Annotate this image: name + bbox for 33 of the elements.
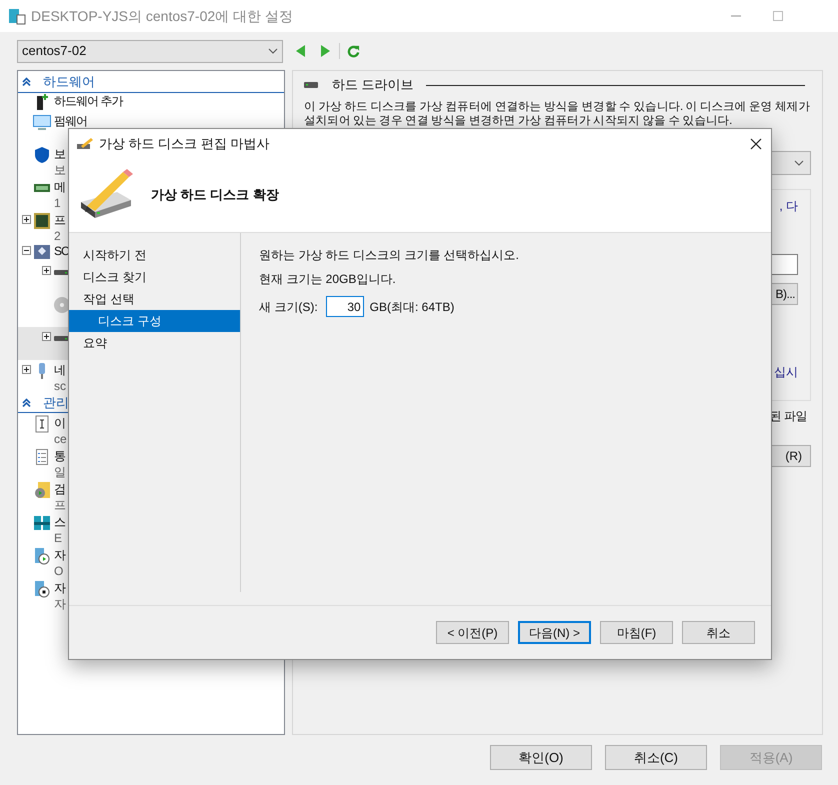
description-text: 이 가상 하드 디스크를 가상 컴퓨터에 연결하는 방식을 변경할 수 있습니다. 이 디스크에 운영 체제가 설치되어 있는 경우 연결 방식을 변경하면 가상 컴퓨터가 시작되지 않을 수 있습니다. [304,100,811,128]
tree-item-detail: sc [54,378,66,394]
tree-item-label: 이 [54,415,66,431]
tree-item-label: 보 [54,146,66,162]
note-text: 십시 [774,364,798,380]
option-text: , 다 [779,198,798,214]
tree-item-detail: 1 [54,195,62,211]
tree-item-detail: 프 [54,497,66,513]
tree-item-label: 자 [54,547,65,563]
tree-item-label: 통 [54,448,66,464]
tree-item-detail: E [54,530,64,546]
tree-item-detail: O [54,563,64,579]
tree-item-label: 스 [54,514,65,530]
tree-item-label: 펌웨어 [54,113,87,129]
tree-item-label: 메 [54,179,65,195]
tree-item-label: 프 [54,212,65,228]
tree-item-label: 네 [54,362,66,378]
section-title: 하드 드라이브 [332,76,414,94]
tree-item-detail: ce [54,431,67,447]
tree-item-detail: 일 [54,464,66,480]
tree-item-detail: 보 [54,162,66,178]
tree-item-detail: 2 [54,228,62,244]
wizard-heading: 가상 하드 디스크 확장 [151,186,279,204]
tree-item-label: 검 [54,481,66,497]
instruction-text: 원하는 가상 하드 디스크의 크기를 선택하십시오. [259,247,520,263]
tree-item-label: 하드웨어 추가 [54,93,122,109]
window-title: DESKTOP-YJS의 centos7-02에 대한 설정 [31,6,293,26]
instruction-text: 현재 크기는 20GB입니다. [259,271,397,287]
tree-item-detail: 자 [54,596,66,612]
size-label: 새 크기(S): [259,298,318,316]
dialog-title: 가상 하드 디스크 편집 마법사 [99,134,270,153]
tree-item-label: 자 [54,580,66,596]
size-unit: GB(최대: 64TB) [370,298,454,316]
